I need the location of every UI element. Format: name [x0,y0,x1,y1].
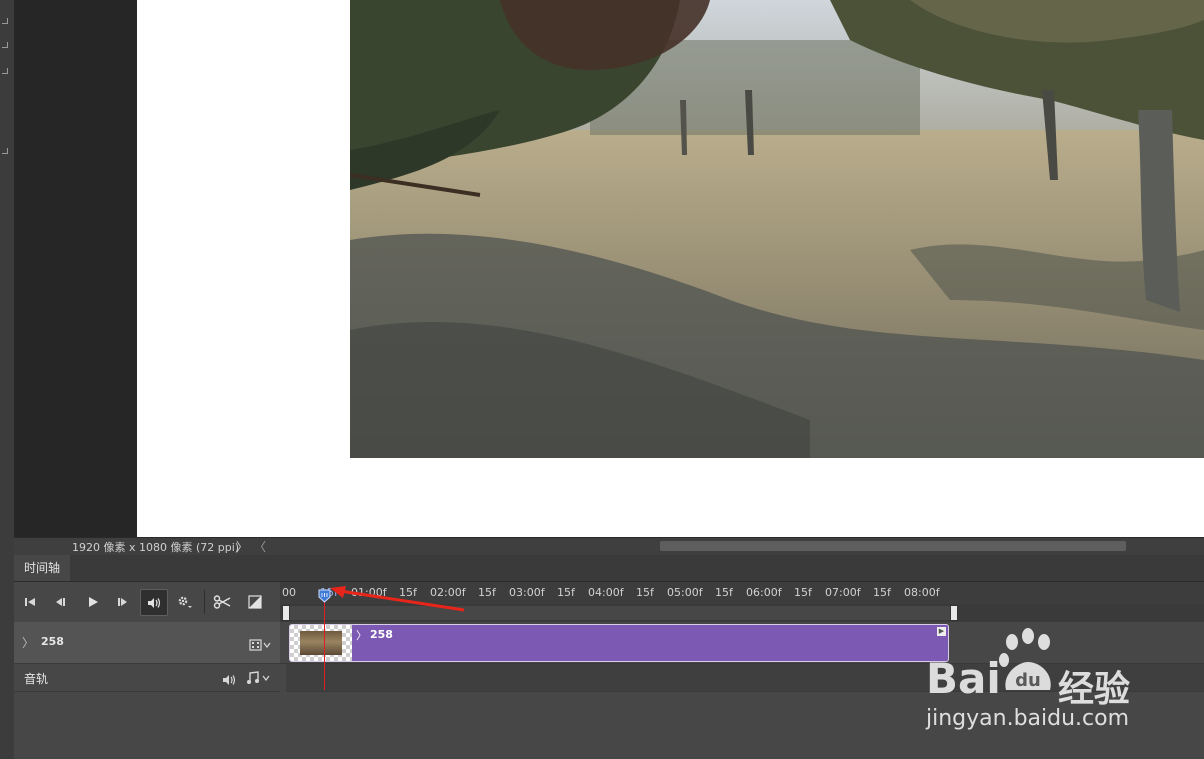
ruler-label: 07:00f [825,586,861,599]
scissors-icon [213,595,231,609]
tab-timeline[interactable]: 时间轴 [14,555,71,581]
tool-nub[interactable] [2,42,8,48]
clip-name: 258 [370,628,393,641]
annotation-arrow [330,586,465,612]
gear-icon [178,596,192,608]
status-menu-arrow[interactable]: 〉 [236,538,248,555]
next-frame-button[interactable] [112,592,134,612]
ruler-label: 15f [794,586,812,599]
park-photo [350,0,1204,458]
audio-toggle-button[interactable] [140,589,168,616]
timeline-tabbar: 时间轴 [14,555,1204,582]
split-at-playhead-button[interactable] [211,592,233,612]
baidu-jingyan-watermark: Bai du 经验 jingyan.baidu.com [922,626,1142,736]
film-strip-icon[interactable] [249,636,271,655]
video-clip[interactable]: 〉 258 ▶ [289,624,949,662]
clip-expand-arrow[interactable]: 〉 [356,627,367,643]
ruler-label: 08:00f [904,586,940,599]
ruler-label: 15f [478,586,496,599]
status-bar: 1920 像素 x 1080 像素 (72 ppi) 〉 〈 [14,537,1204,555]
scroll-left-arrow[interactable]: 〈 [254,538,266,555]
tool-nub[interactable] [2,148,8,154]
video-track-header[interactable]: 〉 258 [14,622,280,664]
tool-nub[interactable] [2,68,8,74]
left-toolstrip [0,0,14,759]
watermark-cn: 经验 [1058,669,1131,710]
audio-track-name: 音轨 [24,672,49,686]
next-frame-icon [118,598,127,606]
play-button[interactable] [82,592,104,612]
ruler-label: 00 [282,586,296,599]
ruler-label: 03:00f [509,586,545,599]
work-area-end-handle[interactable] [950,605,958,621]
clip-thumbnail-image [300,631,342,655]
clip-thumbnail [290,625,352,661]
transition-icon [248,595,262,609]
transition-button[interactable] [244,592,266,612]
speaker-icon [148,597,161,608]
work-area-start-handle[interactable] [282,605,290,621]
ruler-label: 06:00f [746,586,782,599]
previous-frame-button[interactable] [49,592,71,612]
settings-button[interactable] [174,592,196,612]
go-to-first-frame-icon [25,598,35,606]
ruler-label: 15f [715,586,733,599]
music-note-icon[interactable] [246,670,272,689]
watermark-brand-suffix: du [1015,670,1041,691]
audio-track-header[interactable]: 音轨 [14,664,280,692]
ruler-label: 04:00f [588,586,624,599]
watermark-brand: Bai [926,654,1001,703]
track-expand-arrow[interactable]: 〉 [22,634,34,651]
play-icon [89,597,98,607]
previous-frame-icon [56,598,65,606]
playhead-line [324,600,325,690]
paw-logo-icon: du [999,628,1051,691]
photo-layer[interactable] [350,0,1204,458]
document-size-readout[interactable]: 1920 像素 x 1080 像素 (72 ppi) [72,539,239,555]
horizontal-scrollbar[interactable] [660,541,1126,551]
tool-nub[interactable] [2,18,8,24]
go-to-first-frame-button[interactable] [19,592,41,612]
video-track-name: 258 [41,635,64,648]
audio-mute-icon[interactable] [222,671,238,690]
controls-divider [204,590,205,614]
timeline-controls [14,582,280,622]
watermark-url: jingyan.baidu.com [926,706,1130,731]
ruler-label: 15f [873,586,891,599]
ruler-label: 15f [557,586,575,599]
ruler-label: 05:00f [667,586,703,599]
ruler-label: 15f [636,586,654,599]
